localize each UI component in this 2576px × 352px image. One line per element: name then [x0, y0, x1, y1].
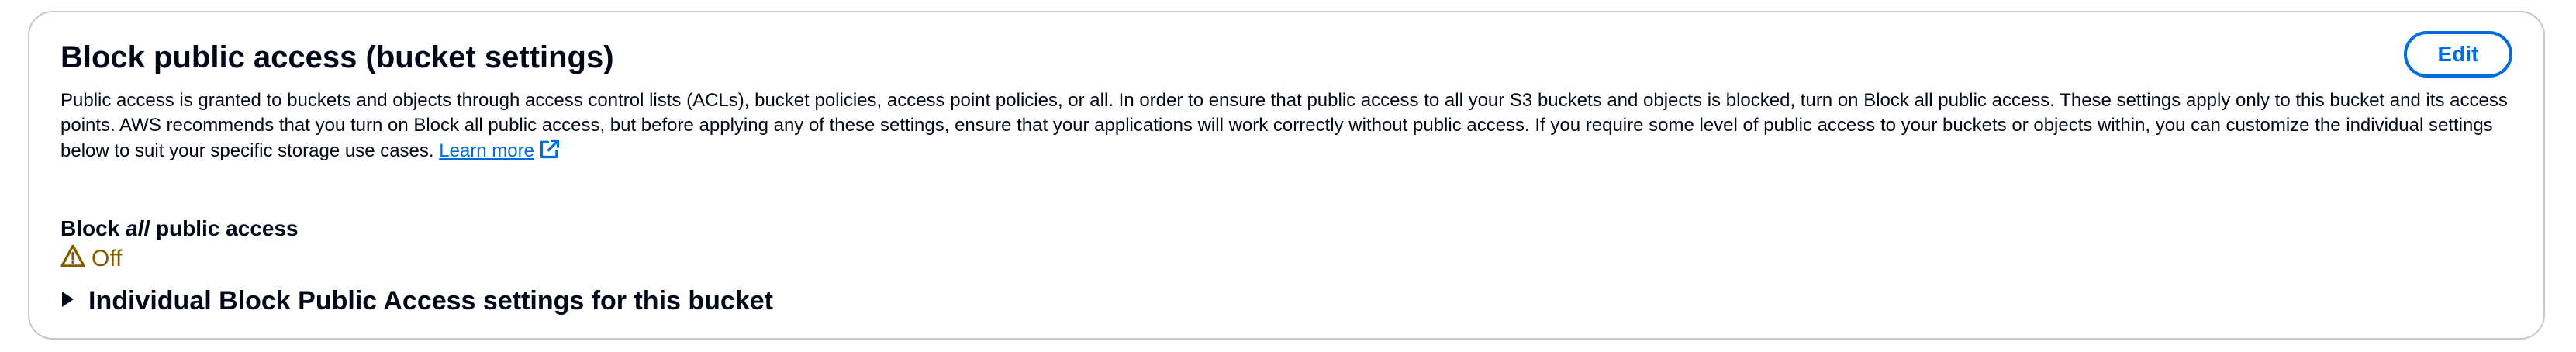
panel-title: Block public access (bucket settings): [60, 40, 614, 74]
block-all-label-prefix: Block: [60, 216, 120, 240]
individual-settings-label[interactable]: Individual Block Public Access settings …: [88, 284, 773, 318]
caret-right-icon[interactable]: [60, 291, 74, 312]
panel-description: Public access is granted to buckets and …: [60, 88, 2526, 167]
warning-icon: [60, 243, 85, 275]
status-text: Off: [92, 246, 123, 271]
individual-settings-expander[interactable]: Individual Block Public Access settings …: [60, 284, 773, 318]
external-link-icon[interactable]: [539, 138, 561, 167]
description-text: Public access is granted to buckets and …: [60, 90, 2508, 161]
block-all-label-emphasis: all: [126, 216, 150, 240]
block-all-label-suffix: public access: [155, 216, 299, 240]
learn-more-label: Learn more: [439, 140, 534, 161]
block-all-public-access-label: Block all public access: [60, 216, 299, 242]
learn-more-link[interactable]: Learn more: [439, 140, 534, 161]
block-public-access-panel: Block public access (bucket settings) Ed…: [28, 11, 2545, 340]
edit-button[interactable]: Edit: [2404, 31, 2512, 78]
block-all-status: Off: [60, 243, 123, 275]
